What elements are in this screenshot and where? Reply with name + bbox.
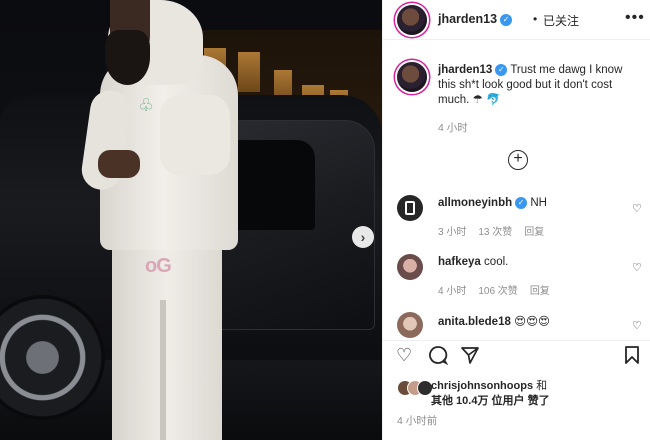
post-side-panel: jharden13 ✓ • 已关注 ••• jharden13 ✓ Trust me… [382, 0, 650, 440]
paper-plane-icon[interactable] [460, 345, 480, 370]
liked-by-username[interactable]: chrisjohnsonhoops [431, 380, 533, 392]
more-options-icon[interactable]: ••• [625, 9, 645, 27]
author-username[interactable]: jharden13 ✓ [438, 12, 513, 26]
caption-avatar[interactable] [397, 62, 427, 92]
caption-username[interactable]: jharden13 [438, 64, 492, 76]
commenter-username[interactable]: anita.blede18 [438, 316, 511, 328]
comment-time[interactable]: 4 小时 [438, 286, 466, 297]
pants-logo: oG [145, 255, 172, 277]
liked-others-count[interactable]: 其他 10.4万 位用户 赞了 [431, 395, 550, 407]
commenter-avatar[interactable] [397, 254, 423, 280]
comment-text: cool. [484, 256, 509, 268]
commenter-avatar[interactable] [397, 312, 423, 338]
verified-badge-icon: ✓ [495, 64, 508, 76]
caption-time[interactable]: 4 小时 [438, 120, 468, 135]
instagram-post-view: ♧ oG › jharden13 ✓ • 已关注 ••• jharden13 ✓ T… [0, 0, 650, 440]
post-photo[interactable]: ♧ oG › [0, 0, 382, 440]
comment-likes[interactable]: 106 次赞 [478, 286, 517, 297]
reply-button[interactable]: 回复 [530, 286, 550, 297]
person-beard [105, 30, 150, 85]
speech-bubble-icon[interactable] [428, 345, 449, 370]
comment-like-heart-icon[interactable]: ♡ [632, 261, 642, 274]
post-header: jharden13 ✓ • 已关注 ••• [383, 0, 650, 40]
chevron-right-icon: › [360, 229, 366, 245]
likes-summary: chrisjohnsonhoops 和 其他 10.4万 位用户 赞了 [431, 380, 550, 407]
verified-badge-icon: ✓ [515, 197, 528, 209]
hoodie-logo: ♧ [138, 95, 155, 115]
comment-likes[interactable]: 13 次赞 [478, 227, 512, 238]
post-time[interactable]: 4 小时前 [397, 413, 437, 428]
separator-dot: • [533, 12, 538, 26]
next-photo-button[interactable]: › [352, 226, 374, 248]
comment-text: NH [530, 197, 547, 209]
post-actions-bar: ♡ [383, 340, 650, 372]
reply-button[interactable]: 回复 [524, 227, 544, 238]
car-window [230, 140, 315, 230]
bookmark-icon[interactable] [624, 345, 640, 370]
following-button[interactable]: 已关注 [543, 12, 579, 29]
comment-like-heart-icon[interactable]: ♡ [632, 319, 642, 332]
comment-like-heart-icon[interactable]: ♡ [632, 202, 642, 215]
commenter-username[interactable]: hafkeya [438, 256, 481, 268]
plus-circle-icon[interactable]: + [508, 150, 528, 170]
heart-icon[interactable]: ♡ [396, 345, 412, 366]
post-caption: jharden13 ✓ Trust me dawg I know this sh*… [438, 63, 643, 108]
commenter-username[interactable]: allmoneyinbh [438, 197, 512, 209]
verified-badge-icon: ✓ [500, 14, 513, 26]
comment-time[interactable]: 3 小时 [438, 227, 466, 238]
author-avatar[interactable] [397, 5, 427, 35]
comment-meta: 3 小时 13 次赞 回复 [438, 223, 556, 238]
comment-meta: 4 小时 106 次赞 回复 [438, 282, 562, 297]
comment-text: 😍😍😍 [514, 316, 551, 328]
commenter-avatar[interactable] [397, 195, 423, 221]
person-hands [98, 150, 140, 178]
